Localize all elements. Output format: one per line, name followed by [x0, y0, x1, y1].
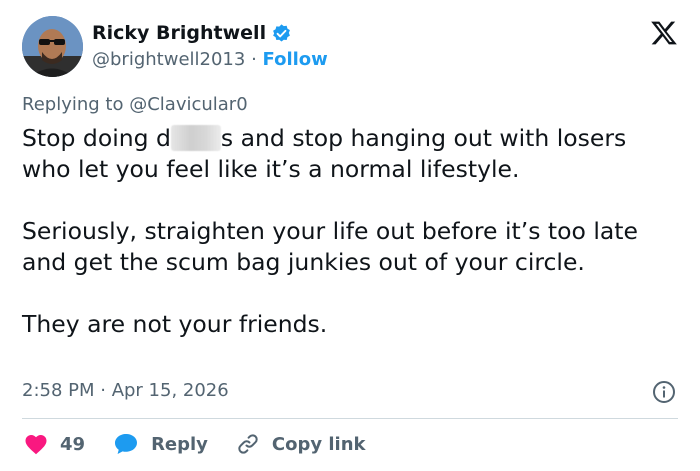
- author-name-text[interactable]: Ricky Brightwell: [92, 21, 266, 45]
- avatar[interactable]: [22, 16, 83, 77]
- copy-link-label: Copy link: [271, 433, 366, 455]
- censored-word-blur: [170, 125, 221, 151]
- tweet-text-part-1: Stop doing d: [22, 124, 171, 152]
- reply-mention-link[interactable]: @Clavicular0: [129, 94, 247, 115]
- info-icon[interactable]: [652, 380, 676, 404]
- tweet-paragraph-3: They are not your friends.: [22, 310, 328, 338]
- separator-dot: ·: [251, 49, 257, 70]
- x-logo-icon[interactable]: [650, 19, 678, 47]
- author-name[interactable]: Ricky Brightwell: [92, 21, 292, 45]
- reply-label: Reply: [151, 433, 208, 455]
- speech-bubble-icon: [115, 434, 138, 454]
- follow-button[interactable]: Follow: [263, 49, 328, 70]
- link-icon: [238, 434, 258, 454]
- tweet-text: Stop doing ds and stop hanging out with …: [22, 123, 682, 340]
- handle-row: @brightwell2013 · Follow: [92, 48, 328, 72]
- like-button[interactable]: 49: [24, 433, 85, 455]
- tweet-timestamp[interactable]: 2:58 PM · Apr 15, 2026: [22, 379, 229, 403]
- reply-button[interactable]: Reply: [113, 432, 208, 456]
- action-bar: 49 Reply Copy link: [24, 431, 394, 457]
- replying-to-label: Replying to: [22, 94, 124, 115]
- verified-badge-icon: [271, 23, 292, 44]
- divider: [22, 418, 678, 419]
- author-handle[interactable]: @brightwell2013: [92, 49, 245, 70]
- reply-context: Replying to @Clavicular0: [22, 94, 248, 116]
- like-count: 49: [60, 433, 86, 455]
- heart-icon: [25, 435, 47, 455]
- tweet-paragraph-2: Seriously, straighten your life out befo…: [22, 217, 638, 276]
- tweet-paragraph-1: Stop doing ds and stop hanging out with …: [22, 123, 682, 185]
- copy-link-button[interactable]: Copy link: [236, 432, 366, 456]
